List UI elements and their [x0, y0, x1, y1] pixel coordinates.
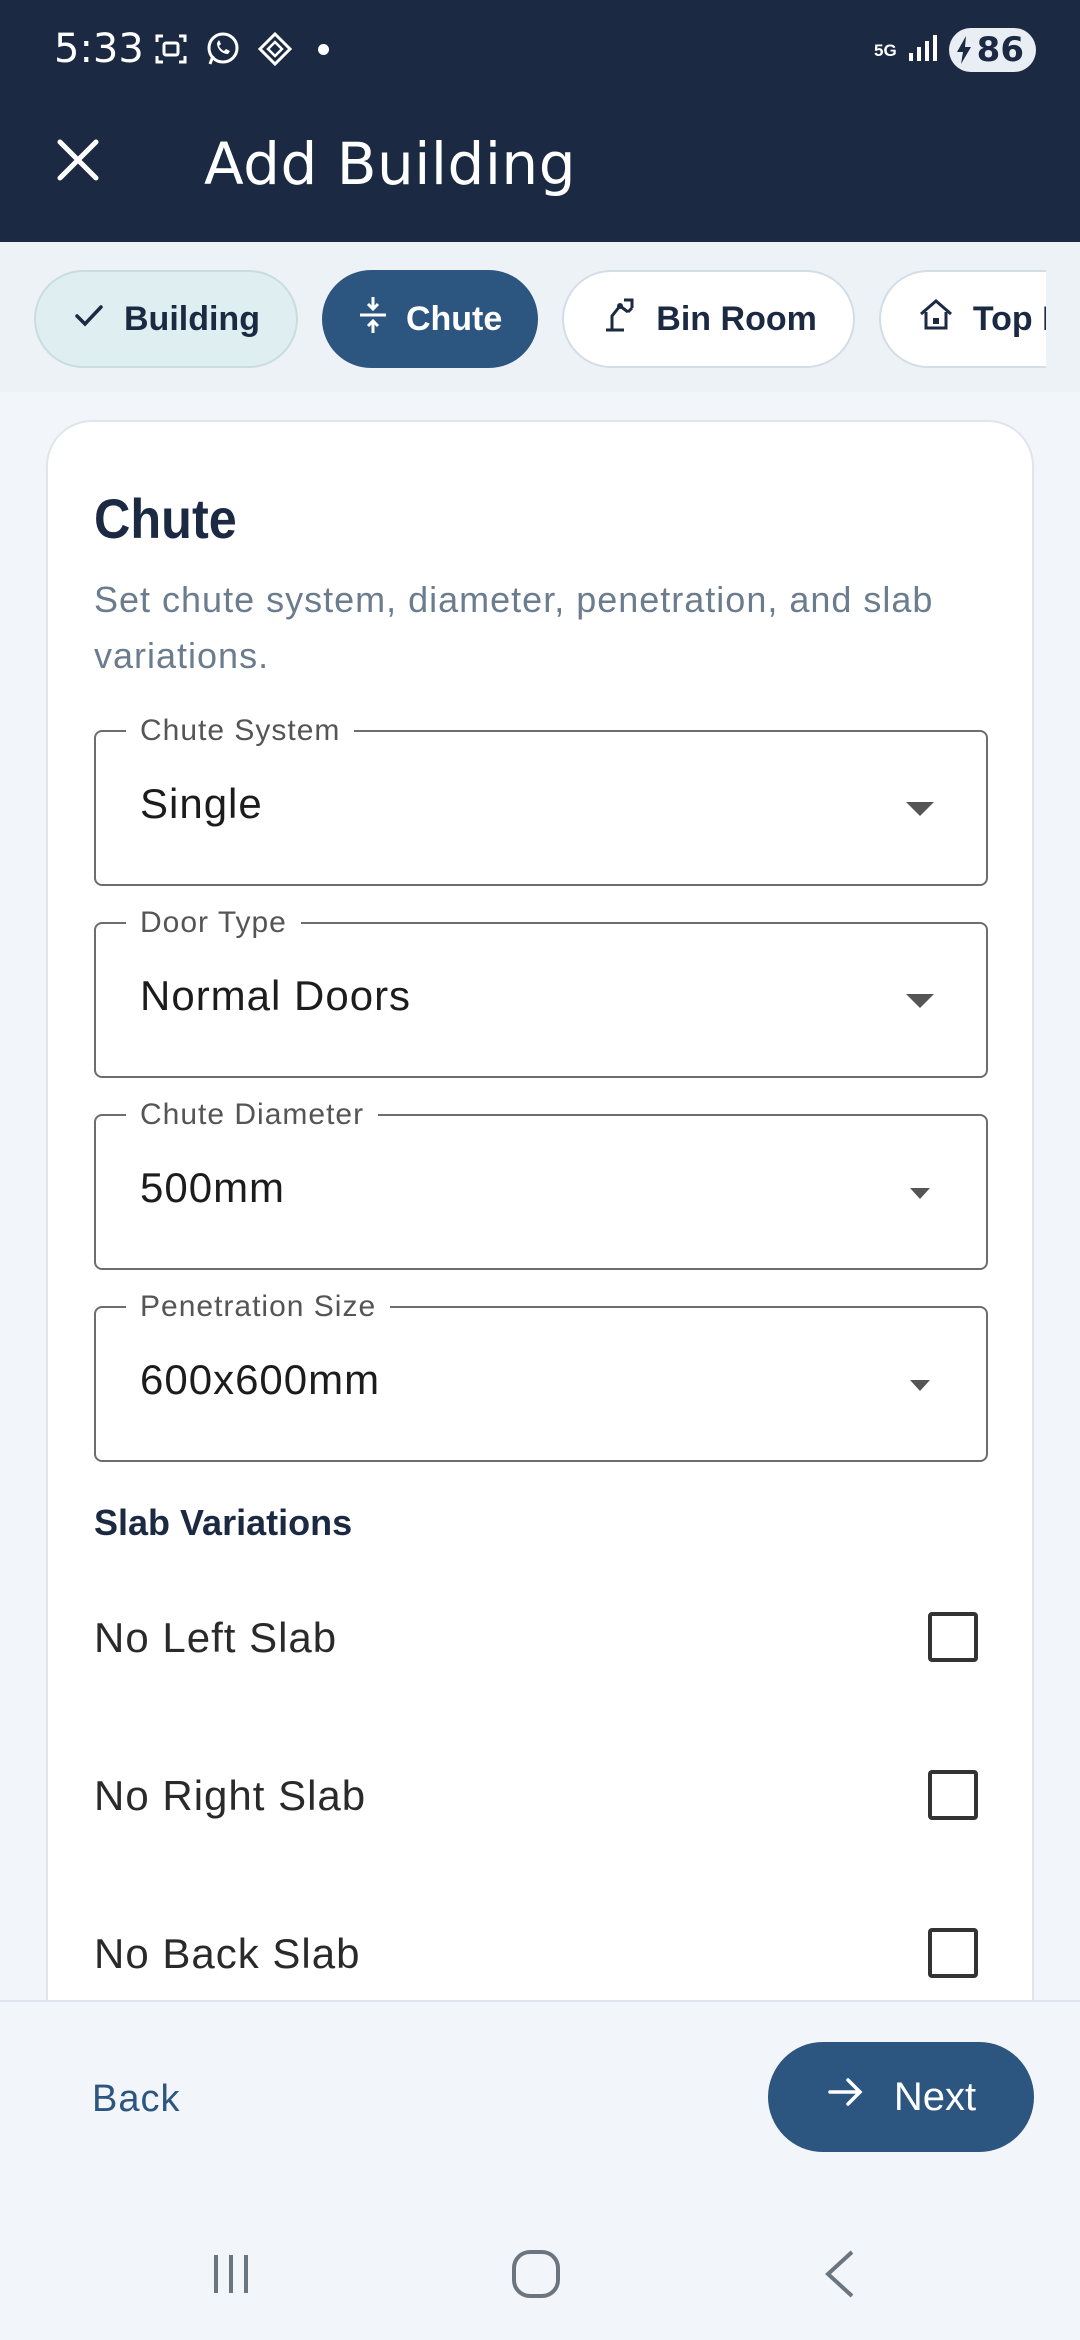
tab-bin-room[interactable]: Bin Room	[562, 270, 855, 368]
charging-icon	[956, 36, 971, 64]
app-icon	[256, 30, 294, 68]
slab-variations-heading: Slab Variations	[94, 1502, 353, 1543]
battery-indicator: 86	[948, 28, 1036, 72]
slab-option-no-right[interactable]: No Right Slab	[94, 1750, 994, 1850]
dropdown-arrow-icon	[906, 802, 934, 816]
chute-card: Chute Set chute system, diameter, penetr…	[46, 420, 1034, 2020]
battery-level: 86	[976, 30, 1024, 70]
status-bar: 5:33 5G 86	[0, 0, 1080, 100]
no-right-slab-checkbox[interactable]	[928, 1770, 978, 1820]
dropdown-arrow-icon	[906, 994, 934, 1008]
tab-label: Chute	[405, 299, 503, 338]
whatsapp-icon	[204, 30, 242, 68]
app-bar: Add Building	[0, 110, 1080, 230]
back-button[interactable]: Back	[92, 2078, 180, 2121]
field-label: Chute System	[126, 714, 355, 748]
section-title: Chute	[94, 487, 237, 550]
field-label: Door Type	[126, 906, 301, 940]
tab-label: Top F	[972, 299, 1046, 338]
step-tabs: Building Chute Bin Room Top F	[0, 242, 1080, 392]
check-icon	[72, 298, 106, 341]
bin-room-icon	[600, 296, 638, 343]
chute-system-select[interactable]: Chute System Single	[94, 714, 988, 886]
recent-apps-icon[interactable]	[206, 2246, 256, 2302]
network-type: 5G	[873, 40, 897, 60]
signal-icon	[907, 33, 939, 68]
slab-option-label: No Back Slab	[94, 1930, 361, 1977]
field-label: Chute Diameter	[126, 1098, 379, 1132]
field-value: Single	[140, 780, 263, 827]
slab-option-no-back[interactable]: No Back Slab	[94, 1908, 994, 2008]
page-title: Add Building	[204, 130, 577, 198]
penetration-size-select[interactable]: Penetration Size 600x600mm	[94, 1290, 988, 1462]
tab-label: Building	[124, 299, 260, 338]
back-nav-icon[interactable]	[820, 2246, 860, 2302]
bottom-actions: Back Next	[0, 2000, 1080, 2210]
tab-label: Bin Room	[656, 299, 817, 338]
notification-icons	[152, 30, 329, 68]
slab-option-label: No Right Slab	[94, 1772, 367, 1819]
dropdown-arrow-icon	[910, 1188, 930, 1199]
field-value: 600x600mm	[140, 1356, 381, 1403]
tab-chute[interactable]: Chute	[321, 270, 539, 368]
no-left-slab-checkbox[interactable]	[928, 1612, 978, 1662]
home-icon	[917, 296, 955, 343]
next-button[interactable]: Next	[768, 2042, 1034, 2152]
system-nav-bar	[0, 2210, 1080, 2340]
home-button-icon[interactable]	[508, 2246, 564, 2302]
tab-top-floor[interactable]: Top F	[878, 270, 1046, 368]
arrow-right-icon	[826, 2072, 866, 2122]
compress-icon	[358, 295, 388, 344]
next-label: Next	[893, 2074, 977, 2119]
field-value: 500mm	[140, 1164, 286, 1211]
more-notifications-dot	[318, 43, 329, 55]
door-type-select[interactable]: Door Type Normal Doors	[94, 906, 988, 1078]
chute-diameter-select[interactable]: Chute Diameter 500mm	[94, 1098, 988, 1270]
dropdown-arrow-icon	[910, 1380, 930, 1391]
system-icons: 5G 86	[874, 28, 1036, 72]
section-description: Set chute system, diameter, penetration,…	[94, 579, 934, 676]
slab-option-label: No Left Slab	[94, 1614, 338, 1661]
slab-option-no-left[interactable]: No Left Slab	[94, 1592, 994, 1692]
tab-building[interactable]: Building	[34, 270, 298, 368]
close-icon[interactable]	[48, 130, 108, 190]
screenshot-icon	[152, 30, 190, 68]
status-time: 5:33	[54, 26, 144, 72]
top-bar: 5:33 5G 86 Add Building	[0, 0, 1080, 242]
no-back-slab-checkbox[interactable]	[928, 1928, 978, 1978]
field-value: Normal Doors	[140, 972, 412, 1019]
field-label: Penetration Size	[126, 1290, 391, 1324]
